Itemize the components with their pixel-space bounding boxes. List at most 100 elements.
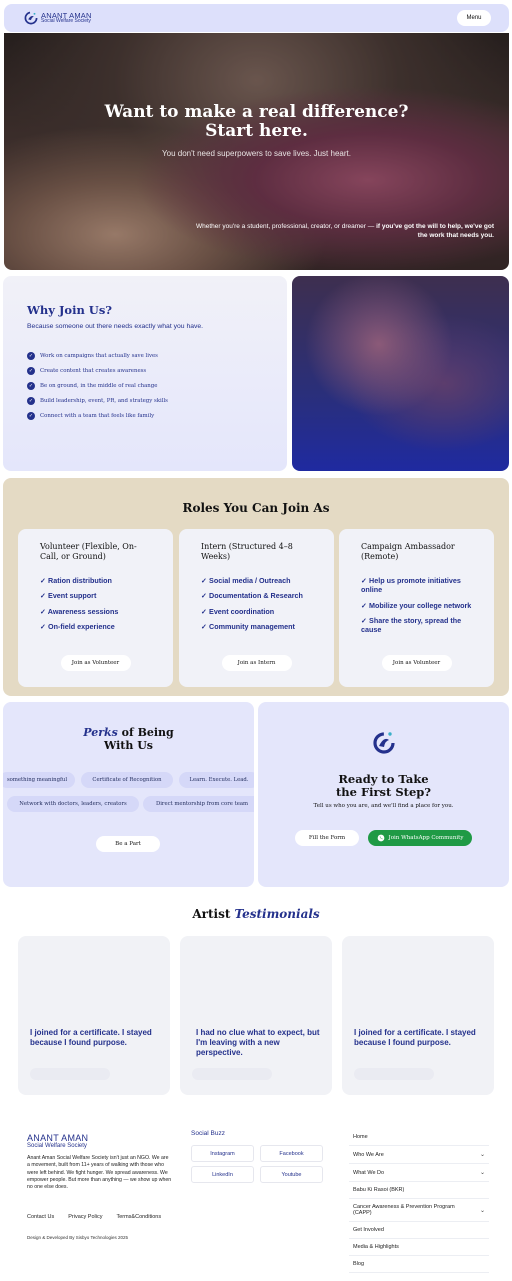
logo-subtitle: Social Welfare Society <box>41 18 91 25</box>
footer-links: Contact Us Privacy Policy Terms&Conditio… <box>27 1214 161 1220</box>
hero-note-bold: if you've got the will to help, we've go… <box>376 223 494 240</box>
check-icon: ✓ <box>27 412 35 420</box>
why-list: ✓ Work on campaigns that actually save li… <box>27 352 263 420</box>
footer-brand[interactable]: ANANT AMAN Social Welfare Society <box>27 1133 88 1149</box>
logo-mark-icon <box>24 11 38 25</box>
privacy-policy-link[interactable]: Privacy Policy <box>68 1214 102 1220</box>
nav-label: Who We Are <box>353 1151 384 1158</box>
testimonials-title-regular: Artist <box>192 907 235 921</box>
chevron-down-icon: ⌄ <box>479 1170 485 1176</box>
testimonial-quote: I had no clue what to expect, but I'm le… <box>196 1028 320 1057</box>
role-item: ✓ Awareness sessions <box>40 606 119 616</box>
role-item: ✓ On-field experience <box>40 622 115 632</box>
perks-title-line2: With Us <box>103 739 154 753</box>
why-lead: Because someone out there needs exactly … <box>27 323 204 330</box>
social-title: Social Buzz <box>191 1130 225 1137</box>
perk-pill: Direct mentorship from core team <box>143 796 254 812</box>
list-item: ✓ Build leadership, event, PR, and strate… <box>27 397 263 405</box>
testimonial-quote: I joined for a certificate. I stayed bec… <box>30 1028 152 1047</box>
testimonial-card: I joined for a certificate. I stayed bec… <box>18 936 170 1095</box>
hero-title-line1: Want to make a real difference? <box>104 102 409 122</box>
perk-pill: Learn. Execute. Lead. <box>179 772 254 788</box>
testimonial-card: I joined for a certificate. I stayed bec… <box>342 936 494 1095</box>
testimonials-title-italic: Testimonials <box>234 907 320 921</box>
perks-title-italic: Perks <box>83 726 118 739</box>
testimonial-card: I had no clue what to expect, but I'm le… <box>180 936 332 1095</box>
nav-item-home[interactable]: Home <box>349 1129 489 1146</box>
hero-note: Whether you're a student, professional, … <box>194 222 494 241</box>
nav-item-who-we-are[interactable]: Who We Are ⌄ <box>349 1146 489 1164</box>
why-join-panel: Why Join Us? Because someone out there n… <box>3 276 287 471</box>
role-title: Campaign Ambassador (Remote) <box>361 542 455 561</box>
nav-item-blog[interactable]: Blog <box>349 1256 489 1273</box>
nav-label: Blog <box>353 1261 365 1267</box>
role-item: ✓ Event support <box>40 591 97 601</box>
nav-label: Babu Ki Rasoi (BKR) <box>353 1187 405 1193</box>
menu-button[interactable]: Menu <box>457 10 491 26</box>
why-item-label: Connect with a team that feels like fami… <box>40 413 155 419</box>
list-item: ✓ Work on campaigns that actually save li… <box>27 352 263 360</box>
role-item: ✓ Mobilize your college network <box>361 600 472 610</box>
chevron-down-icon: ⌄ <box>479 1207 485 1214</box>
testimonial-author-placeholder <box>354 1068 434 1080</box>
contact-link[interactable]: Contact Us <box>27 1214 54 1220</box>
nav-item-get-involved[interactable]: Get Involved <box>349 1222 489 1239</box>
role-item: ✓ Ration distribution <box>40 576 112 585</box>
nav-label: Cancer Awareness & Prevention Program (C… <box>353 1204 455 1216</box>
hero-title: Want to make a real difference? Start he… <box>4 103 509 140</box>
footer-about: Anant Aman Social Welfare Society isn't … <box>27 1155 172 1191</box>
perks-title-rest: of Being <box>117 726 174 739</box>
chevron-down-icon: ⌄ <box>479 1152 485 1158</box>
check-icon: ✓ <box>27 352 35 360</box>
why-item-label: Build leadership, event, PR, and strateg… <box>40 398 168 404</box>
roles-section: Roles You Can Join As Volunteer (Flexibl… <box>3 478 509 696</box>
check-icon: ✓ <box>27 382 35 390</box>
nav-item-media[interactable]: Media & Highlights <box>349 1239 489 1256</box>
nav-item-capp[interactable]: Cancer Awareness & Prevention Program (C… <box>349 1199 489 1222</box>
role-item: ✓ Help us promote initiatives online <box>361 576 461 595</box>
be-a-part-button[interactable]: Be a Part <box>96 836 160 852</box>
hero-note-regular: Whether you're a student, professional, … <box>195 223 377 230</box>
terms-link[interactable]: Terms&Conditions <box>116 1214 161 1220</box>
role-title: Intern (Structured 4–8 Weeks) <box>201 542 293 561</box>
fill-form-button[interactable]: Fill the Form <box>295 830 359 846</box>
footer-brand-name: ANANT AMAN <box>27 1133 89 1143</box>
instagram-link[interactable]: Instagram <box>191 1145 254 1162</box>
role-card-ambassador: Campaign Ambassador (Remote) ✓ Help us p… <box>339 529 494 687</box>
role-card-volunteer: Volunteer (Flexible, On-Call, or Ground)… <box>18 529 173 687</box>
nav-item-bkr[interactable]: Babu Ki Rasoi (BKR) <box>349 1182 489 1199</box>
hero-title-line2: Start here. <box>205 120 308 141</box>
whatsapp-community-button[interactable]: Join WhatsApp Community <box>368 830 472 846</box>
role-title: Volunteer (Flexible, On-Call, or Ground) <box>40 542 137 561</box>
youtube-link[interactable]: Youtube <box>260 1166 323 1183</box>
list-item: ✓ Connect with a team that feels like fam… <box>27 412 263 420</box>
role-item: ✓ Documentation & Research <box>201 591 303 601</box>
join-volunteer-button[interactable]: Join as Volunteer <box>60 655 131 671</box>
hero-banner: Want to make a real difference? Start he… <box>4 33 509 270</box>
role-card-intern: Intern (Structured 4–8 Weeks) ✓ Social m… <box>179 529 334 687</box>
whatsapp-button-label: Join WhatsApp Community <box>388 835 464 841</box>
nav-item-what-we-do[interactable]: What We Do ⌄ <box>349 1164 489 1182</box>
role-item: ✓ Community management <box>201 622 295 632</box>
check-icon: ✓ <box>27 397 35 405</box>
dove-logo-icon <box>373 732 395 754</box>
why-item-label: Create content that creates awareness <box>40 368 147 374</box>
perk-pill: Certificate of Recognition <box>81 772 173 788</box>
site-logo[interactable]: ANANT AMAN Social Welfare Society <box>24 11 92 25</box>
site-header: ANANT AMAN Social Welfare Society Menu <box>4 4 509 32</box>
footer-credit: Design & Developed By Sisbyo Technologie… <box>27 1235 128 1240</box>
facebook-link[interactable]: Facebook <box>260 1145 323 1162</box>
perks-title: Perks of Being With Us <box>3 726 254 752</box>
roles-title: Roles You Can Join As <box>182 501 330 515</box>
join-ambassador-button[interactable]: Join as Volunteer <box>381 655 452 671</box>
linkedin-link[interactable]: LinkedIn <box>191 1166 254 1183</box>
check-icon: ✓ <box>27 367 35 375</box>
join-intern-button[interactable]: Join as Intern <box>221 655 292 671</box>
ready-panel: Ready to Take the First Step? Tell us wh… <box>258 702 509 887</box>
list-item: ✓ Create content that creates awareness <box>27 367 263 375</box>
why-item-label: Work on campaigns that actually save liv… <box>40 353 158 359</box>
testimonials-title: Artist Testimonials <box>0 907 512 921</box>
ready-title: Ready to Take the First Step? <box>258 772 509 799</box>
hero-subtitle: You don't need superpowers to save lives… <box>162 149 351 158</box>
footer-brand-sub: Social Welfare Society <box>27 1143 87 1149</box>
